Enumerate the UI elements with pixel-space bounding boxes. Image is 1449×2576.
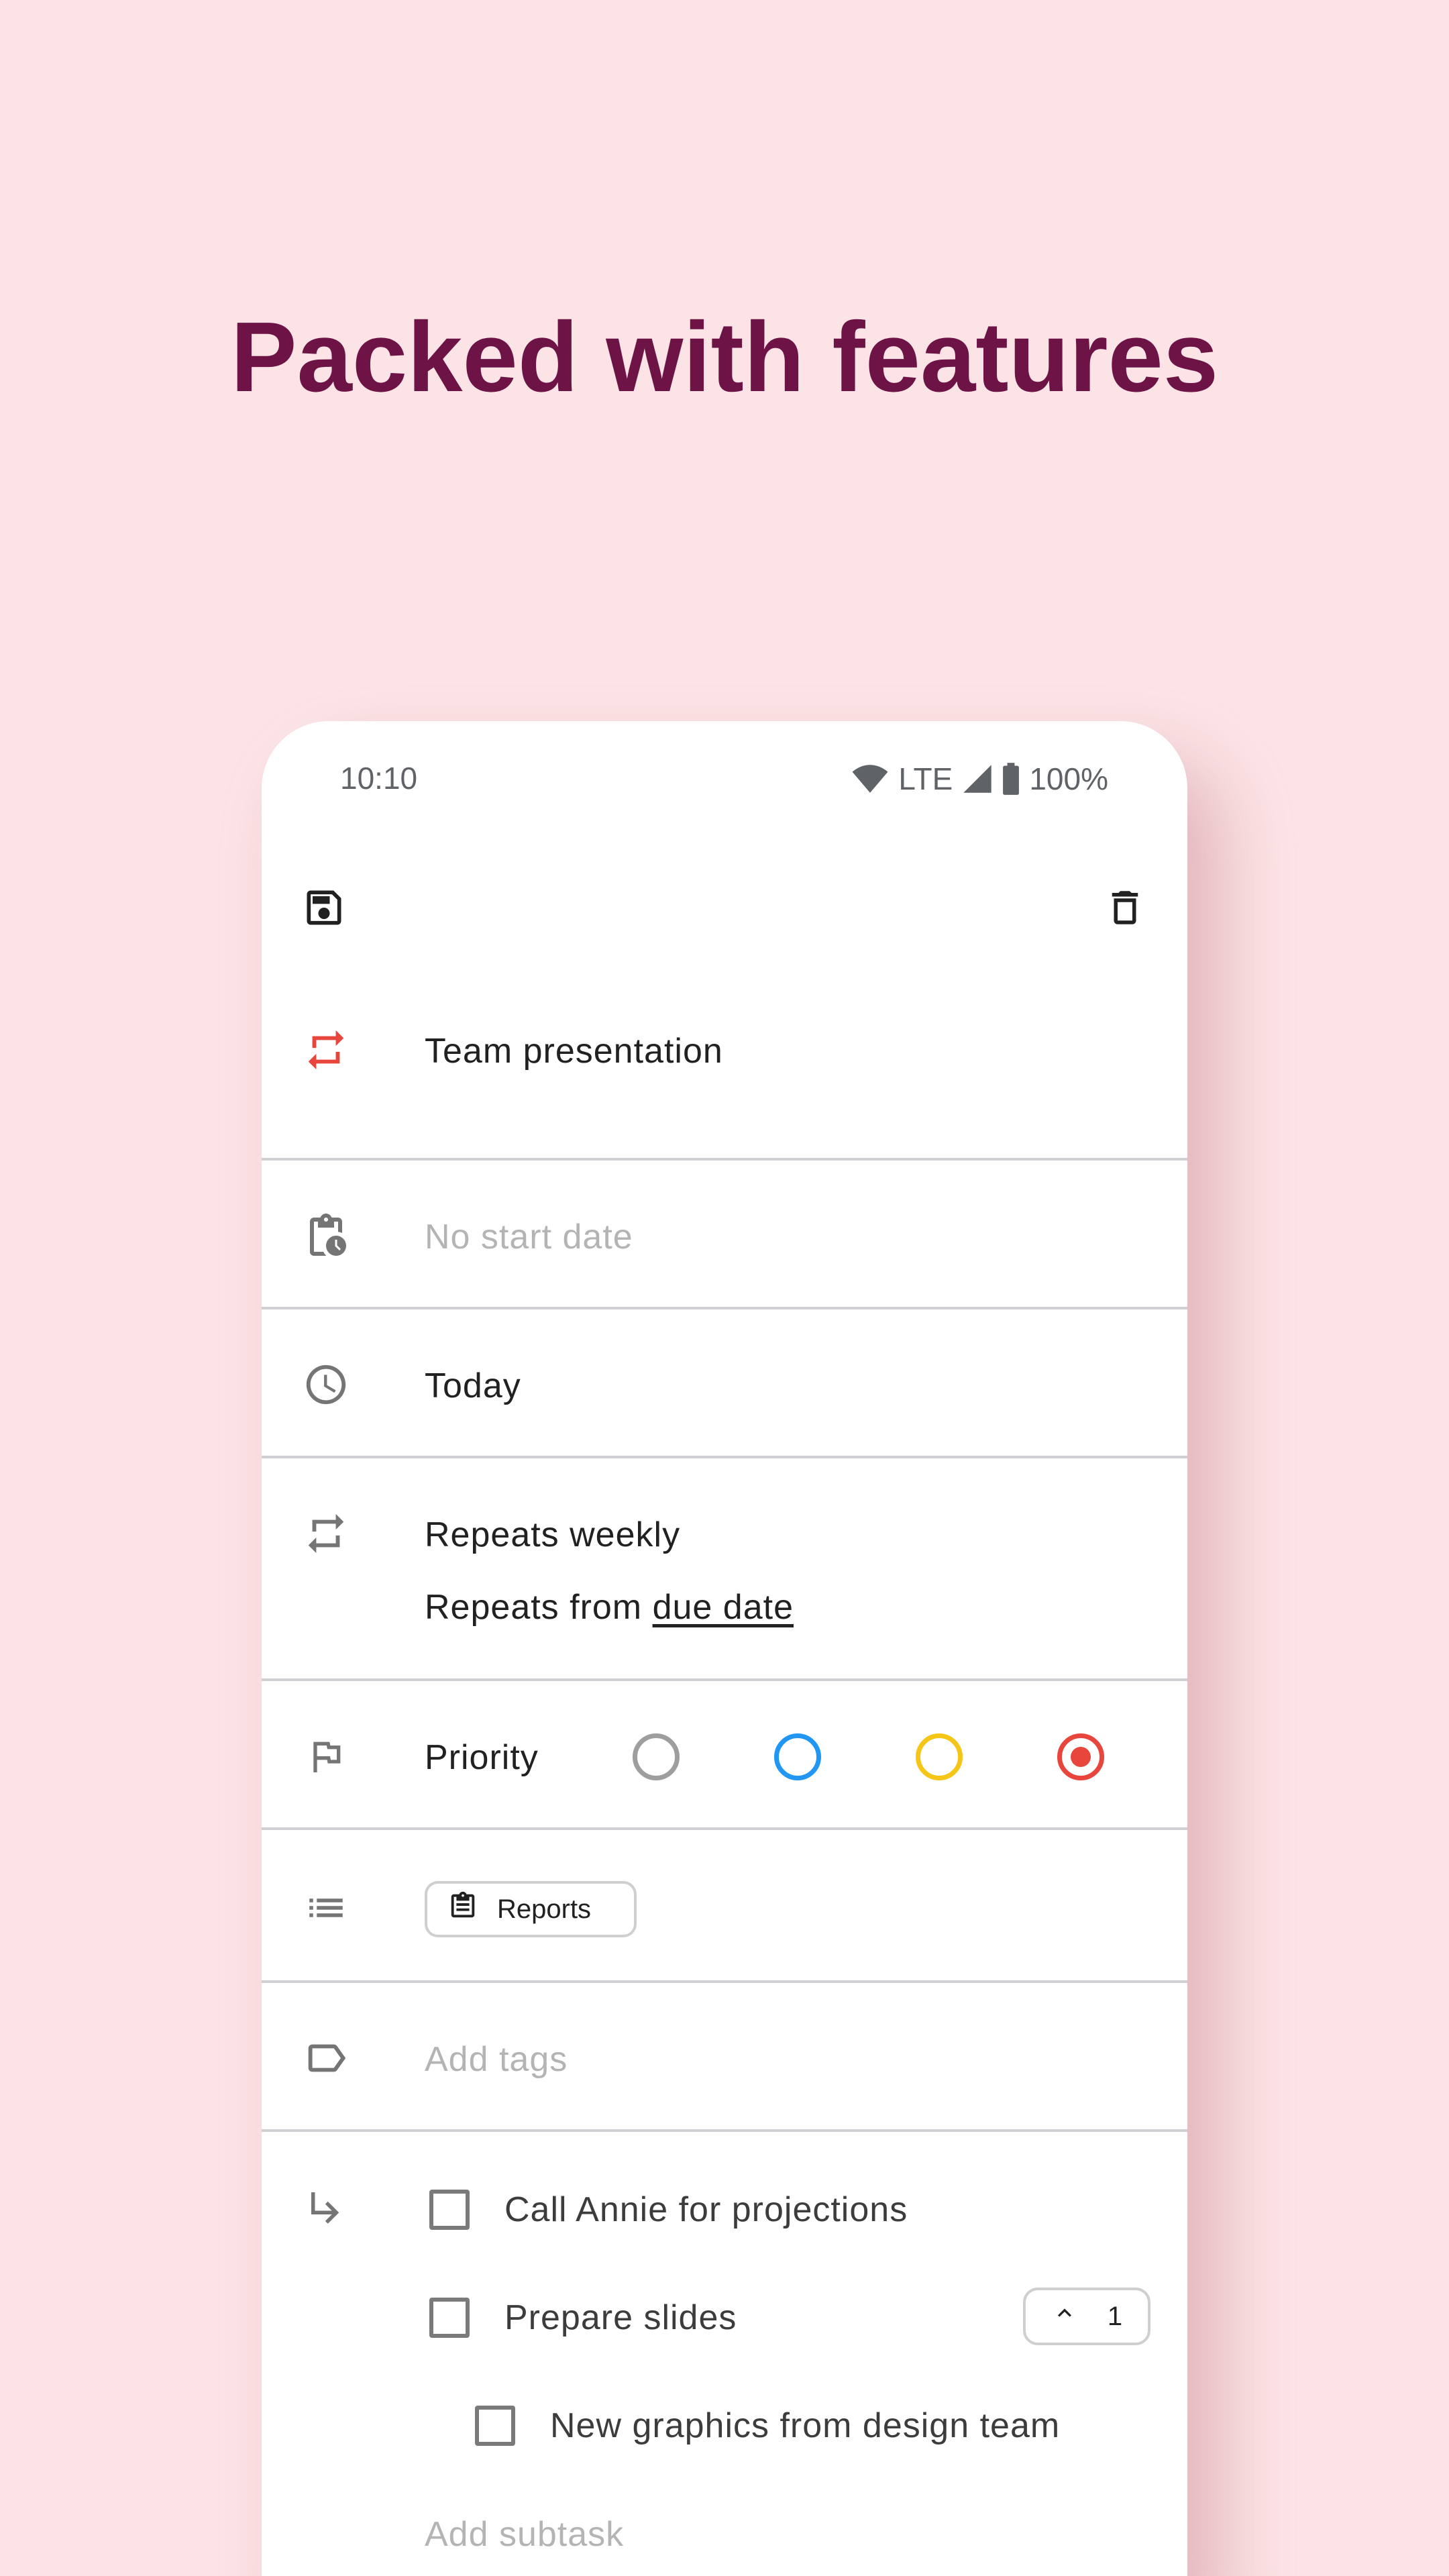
collapse-subtasks-button[interactable]: 1 — [1023, 2288, 1150, 2345]
tags-row[interactable]: Add tags — [262, 1986, 1187, 2132]
subtask-item: New graphics from design team — [475, 2399, 1060, 2453]
priority-medium-button[interactable] — [916, 1733, 963, 1780]
phone-frame: 10:10 LTE 100% Team presentation No star… — [262, 721, 1187, 2576]
subtask-label[interactable]: New graphics from design team — [550, 2406, 1060, 2446]
subtask-item: Prepare slides — [429, 2291, 737, 2345]
battery-icon — [1002, 763, 1020, 795]
chevron-up-icon — [1051, 2300, 1078, 2333]
priority-row: Priority — [262, 1684, 1187, 1830]
battery-level: 100% — [1029, 761, 1108, 796]
pending-actions-icon — [299, 1209, 353, 1263]
list-icon — [299, 1881, 353, 1935]
priority-label: Priority — [425, 1738, 539, 1777]
list-row: Reports — [262, 1833, 1187, 1983]
delete-button[interactable] — [1085, 869, 1165, 949]
save-icon — [301, 885, 347, 934]
subtask-label[interactable]: Call Annie for projections — [504, 2190, 908, 2230]
subtask-checkbox[interactable] — [429, 2298, 470, 2338]
due-date-row[interactable]: Today — [262, 1312, 1187, 1458]
repeat-from-label: Repeats from — [425, 1588, 643, 1627]
priority-selected-dot — [1071, 1747, 1091, 1767]
wifi-icon — [851, 763, 889, 794]
repeat-summary[interactable]: Repeats weekly — [425, 1515, 680, 1555]
subtask-label[interactable]: Prepare slides — [504, 2298, 737, 2338]
network-type: LTE — [898, 761, 953, 796]
status-time: 10:10 — [340, 761, 418, 796]
subdirectory-arrow-icon — [299, 2180, 353, 2234]
list-chip-label: Reports — [497, 1894, 592, 1924]
start-date-field[interactable]: No start date — [425, 1217, 633, 1257]
due-date-field[interactable]: Today — [425, 1366, 521, 1406]
add-tags-field[interactable]: Add tags — [425, 2039, 568, 2080]
flag-icon — [299, 1729, 353, 1783]
signal-icon — [962, 763, 993, 794]
clock-icon — [299, 1358, 353, 1411]
subtask-checkbox[interactable] — [475, 2406, 515, 2446]
title-row[interactable]: Team presentation — [262, 983, 1187, 1161]
status-bar: 10:10 LTE 100% — [262, 721, 1187, 835]
subtask-checkbox[interactable] — [429, 2190, 470, 2230]
subtasks-row: Call Annie for projections Prepare slide… — [262, 2135, 1187, 2576]
headline: Packed with features — [230, 302, 1219, 413]
delete-icon — [1103, 885, 1147, 933]
subtask-count: 1 — [1107, 2301, 1123, 2331]
save-button[interactable] — [284, 869, 364, 949]
edit-toolbar — [262, 869, 1187, 976]
repeat-icon — [299, 1507, 353, 1560]
priority-low-button[interactable] — [774, 1733, 821, 1780]
status-indicators: LTE 100% — [851, 759, 1108, 799]
priority-high-button[interactable] — [1057, 1733, 1104, 1780]
repeat-from-link[interactable]: due date — [653, 1588, 794, 1627]
clipboard-icon — [447, 1890, 478, 1928]
repeat-row[interactable]: Repeats weekly Repeats from due date — [262, 1461, 1187, 1681]
screenshot-page: Packed with features 10:10 LTE 100% Team… — [0, 0, 1449, 2576]
subtask-item: Call Annie for projections — [429, 2183, 908, 2237]
add-subtask-field[interactable]: Add subtask — [425, 2514, 624, 2555]
repeat-from: Repeats from due date — [425, 1587, 794, 1627]
task-title[interactable]: Team presentation — [425, 1031, 723, 1071]
label-icon — [299, 2031, 353, 2085]
list-chip[interactable]: Reports — [425, 1881, 637, 1937]
start-date-row[interactable]: No start date — [262, 1163, 1187, 1309]
priority-none-button[interactable] — [633, 1733, 680, 1780]
repeat-icon — [299, 1023, 353, 1077]
